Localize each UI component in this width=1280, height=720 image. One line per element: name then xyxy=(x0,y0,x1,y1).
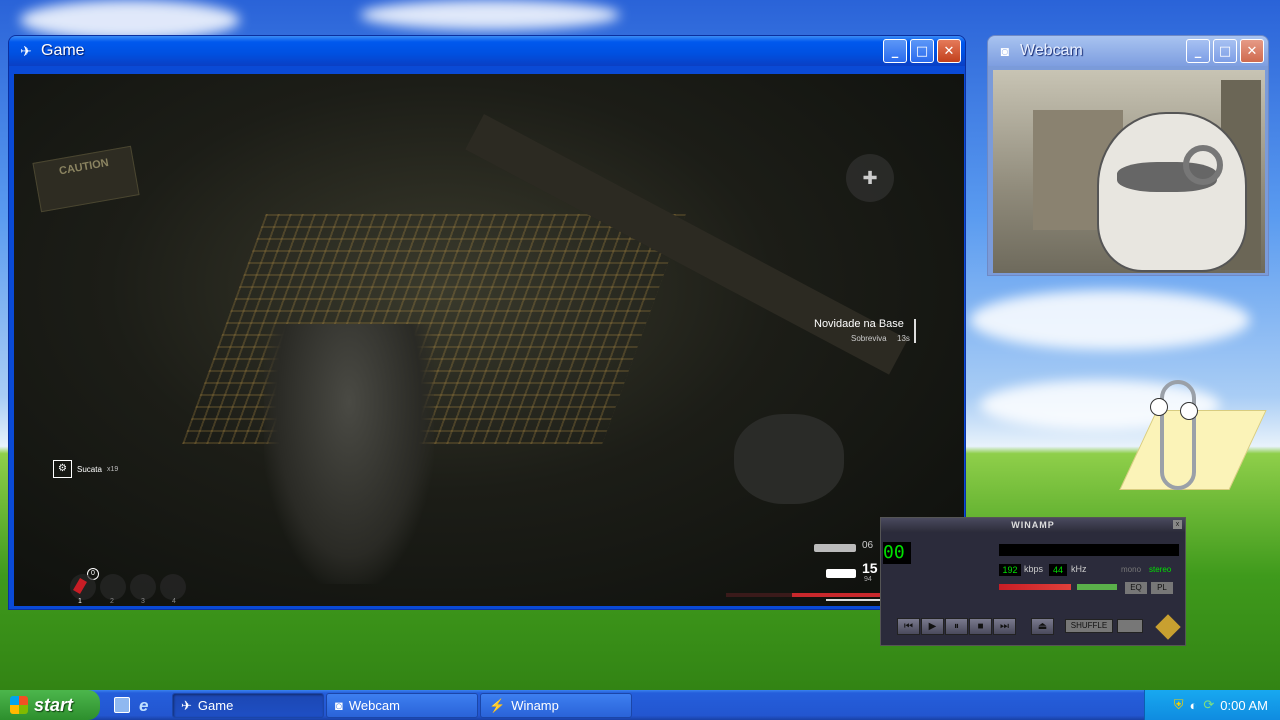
webcam-window-title: Webcam xyxy=(1020,42,1083,59)
slot-key-1: 1 xyxy=(78,598,82,605)
taskbar-item-game[interactable]: ✈ Game xyxy=(172,693,324,718)
clippy-assistant[interactable] xyxy=(1118,380,1267,510)
close-button[interactable]: ✕ xyxy=(937,39,961,63)
secondary-ammo: 06 xyxy=(862,540,874,551)
barrel xyxy=(734,414,844,504)
quicklaunch-desktop-icon[interactable] xyxy=(114,697,130,713)
webcam-feed xyxy=(993,70,1265,273)
webcam-icon: ◙ xyxy=(1000,43,1010,59)
clock[interactable]: 0:00 AM xyxy=(1220,698,1268,713)
taskbar-item-webcam[interactable]: ◙ Webcam xyxy=(326,693,478,718)
webcam-title-bar[interactable]: ◙ Webcam _ □ ✕ xyxy=(988,36,1268,66)
song-title-display xyxy=(999,544,1179,556)
taskbar-item-label: Webcam xyxy=(348,698,400,713)
taskbar-item-label: Winamp xyxy=(511,698,559,713)
eq-button[interactable]: EQ xyxy=(1125,582,1147,594)
webcam-icon: ◙ xyxy=(335,698,343,713)
start-label: start xyxy=(34,694,74,715)
player-character xyxy=(264,324,434,584)
webcam-window: ◙ Webcam _ □ ✕ xyxy=(987,35,1269,276)
minimize-button[interactable]: _ xyxy=(883,39,907,63)
game-viewport[interactable]: CAUTION ✚ Novidade na Base Sobreviva 13s… xyxy=(14,74,964,606)
clippy-eye-right xyxy=(1180,402,1198,420)
taskbar-item-winamp[interactable]: ⚡ Winamp xyxy=(480,693,632,718)
game-window-title: Game xyxy=(41,42,85,59)
winamp-logo-icon xyxy=(1155,614,1181,640)
item-pickup-icon: ⚙ xyxy=(53,460,72,478)
quick-slot-2 xyxy=(100,574,126,600)
winamp-title-bar[interactable]: WINAMP xyxy=(881,518,1185,532)
slot-key-4: 4 xyxy=(172,598,176,605)
stereo-indicator: stereo xyxy=(1149,565,1172,574)
pause-button[interactable]: ⏸ xyxy=(945,618,968,635)
safely-remove-icon[interactable]: ⟳ xyxy=(1203,697,1214,713)
winamp-icon: ⚡ xyxy=(489,697,506,713)
gamepad-icon: ✈ xyxy=(20,43,32,59)
winamp-window: WINAMP x 00 192 kbps 44 kHz mono stereo … xyxy=(880,517,1186,646)
compass-marker: ✚ xyxy=(846,154,894,202)
kbps-value: 192 xyxy=(999,564,1021,576)
security-shield-icon[interactable]: ⛨ xyxy=(1174,697,1184,713)
close-button[interactable]: ✕ xyxy=(1240,39,1264,63)
gamepad-icon: ✈ xyxy=(181,697,192,713)
next-button[interactable]: ⏭ xyxy=(993,618,1016,635)
winamp-close-button[interactable]: x xyxy=(1173,520,1182,529)
quicklaunch-ie-icon[interactable]: e xyxy=(139,696,148,716)
paperclip-icon xyxy=(1160,380,1196,490)
play-button[interactable]: ▶ xyxy=(921,618,944,635)
slot-key-2: 2 xyxy=(110,598,114,605)
game-window: ✈ Game _ □ ✕ CAUTION ✚ Novidade na Base … xyxy=(8,35,966,610)
cloud xyxy=(970,290,1250,350)
windows-logo-icon xyxy=(10,696,28,714)
system-tray: ⛨ ◐ ⟳ 0:00 AM xyxy=(1144,690,1280,720)
taskbar-item-label: Game xyxy=(197,698,234,713)
cloud xyxy=(360,0,620,30)
maximize-button[interactable]: □ xyxy=(1213,39,1237,63)
quick-slot-3 xyxy=(130,574,156,600)
mono-indicator: mono xyxy=(1121,565,1142,574)
item-pickup-count: x19 xyxy=(107,466,119,473)
clippy-eye-left xyxy=(1150,398,1168,416)
taskbar: start e ✈ Game ◙ Webcam ⚡ Winamp ⛨ ◐ ⟳ 0… xyxy=(0,690,1280,720)
metal-grate-floor xyxy=(182,214,686,444)
stop-button[interactable]: ■ xyxy=(969,618,992,635)
network-icon[interactable]: ◐ xyxy=(1190,698,1198,713)
reserve-ammo: 94 xyxy=(864,576,872,583)
maximize-button[interactable]: □ xyxy=(910,39,934,63)
playlist-button[interactable]: PL xyxy=(1151,582,1173,594)
time-display: 00 xyxy=(883,542,911,564)
objective-timer: 13s xyxy=(897,334,910,343)
game-title-bar[interactable]: ✈ Game _ □ ✕ xyxy=(9,36,965,66)
raccoon-avatar xyxy=(1097,112,1247,272)
quick-slot-4 xyxy=(160,574,186,600)
cloud xyxy=(20,0,240,40)
repeat-button[interactable] xyxy=(1117,619,1143,633)
objective-subtitle: Sobreviva xyxy=(851,334,887,343)
primary-ammo: 15 xyxy=(862,560,878,576)
shuffle-button[interactable]: SHUFFLE xyxy=(1065,619,1113,633)
start-button[interactable]: start xyxy=(0,690,100,720)
previous-button[interactable]: ⏮ xyxy=(897,618,920,635)
objective-bar xyxy=(914,319,916,343)
headphones xyxy=(1183,145,1223,185)
eject-button[interactable]: ⏏ xyxy=(1031,618,1054,635)
objective-title: Novidade na Base xyxy=(814,318,904,330)
khz-label: kHz xyxy=(1071,564,1087,574)
pistol-icon xyxy=(826,569,856,578)
item-pickup-name: Sucata xyxy=(77,465,102,474)
balance-slider[interactable] xyxy=(1077,584,1117,590)
slot-key-3: 3 xyxy=(141,598,145,605)
minimize-button[interactable]: _ xyxy=(1186,39,1210,63)
kbps-label: kbps xyxy=(1024,564,1044,574)
rifle-icon xyxy=(814,544,856,552)
volume-slider[interactable] xyxy=(999,584,1071,590)
khz-value: 44 xyxy=(1049,564,1067,576)
